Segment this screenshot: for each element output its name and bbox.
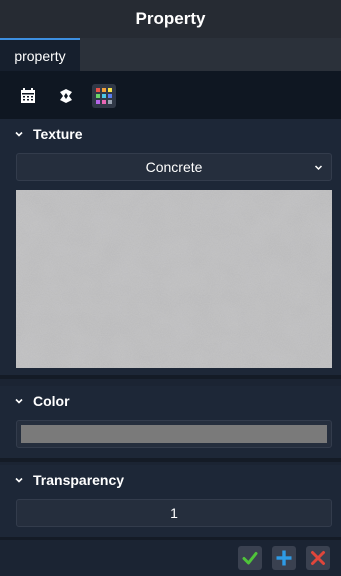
toolbar (0, 71, 341, 119)
shape-tool-button[interactable] (54, 84, 78, 108)
confirm-button[interactable] (238, 546, 262, 570)
tab-label: property (14, 47, 66, 64)
transparency-section-title: Transparency (33, 472, 125, 488)
chevron-down-icon (15, 398, 23, 404)
chevron-down-icon (15, 131, 23, 137)
color-section-header[interactable]: Color (0, 386, 341, 416)
add-icon (276, 550, 292, 566)
section-divider (0, 375, 341, 379)
transparency-value: 1 (170, 505, 178, 521)
cloud-shape-icon (60, 89, 72, 103)
panel-title: Property (135, 9, 206, 28)
panel-footer (0, 540, 341, 576)
concrete-texture-preview (16, 190, 332, 368)
delete-icon (311, 551, 325, 565)
transparency-input[interactable]: 1 (16, 499, 332, 527)
calendar-tool-button[interactable] (16, 84, 40, 108)
section-divider (0, 458, 341, 462)
texture-dropdown-value: Concrete (145, 159, 203, 175)
color-section-title: Color (33, 393, 70, 409)
texture-tool-button[interactable] (92, 84, 116, 108)
tab-bar: property (0, 38, 341, 71)
calendar-icon (21, 88, 35, 103)
texture-section-title: Texture (33, 126, 83, 142)
transparency-section-header[interactable]: Transparency (0, 465, 341, 495)
chevron-down-icon (314, 165, 323, 171)
confirm-icon (242, 552, 258, 565)
texture-section-header[interactable]: Texture (0, 119, 341, 149)
chevron-down-icon (15, 477, 23, 483)
texture-dropdown[interactable]: Concrete (16, 153, 332, 181)
color-picker-field[interactable] (16, 420, 332, 448)
color-grid-icon (96, 88, 112, 104)
color-swatch (21, 425, 327, 443)
panel-header: Property (0, 0, 341, 38)
tab-property[interactable]: property (0, 38, 80, 71)
delete-button[interactable] (306, 546, 330, 570)
add-button[interactable] (272, 546, 296, 570)
